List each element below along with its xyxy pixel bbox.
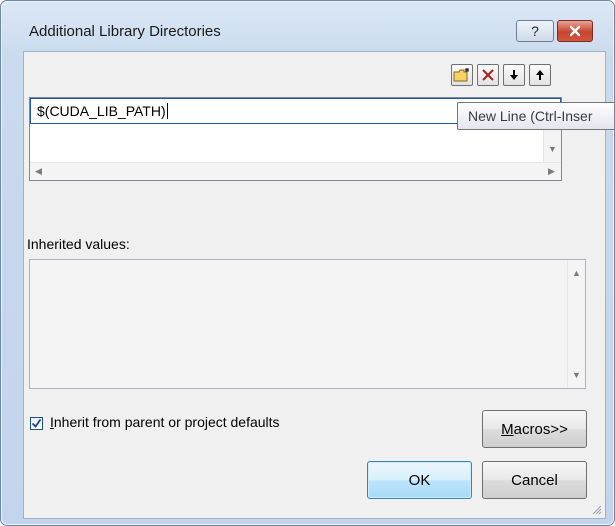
scroll-down-arrow-icon[interactable]: ▼ <box>572 370 581 380</box>
help-icon: ? <box>531 23 539 39</box>
new-line-tooltip: New Line (Ctrl-Inser <box>457 102 614 130</box>
close-button[interactable] <box>557 20 593 42</box>
checkmark-icon <box>31 418 42 428</box>
dialog-window: Additional Library Directories ? $(CUDA_… <box>0 0 615 526</box>
down-arrow-icon <box>510 70 518 80</box>
delete-icon <box>482 69 494 81</box>
macros-button[interactable]: Macros>> <box>482 410 587 448</box>
text-caret <box>166 103 168 119</box>
cancel-button[interactable]: Cancel <box>482 461 587 499</box>
delete-button[interactable] <box>477 64 499 86</box>
move-down-button[interactable] <box>503 64 525 86</box>
help-button[interactable]: ? <box>516 20 554 42</box>
scroll-left-arrow-icon[interactable]: ◀ <box>35 166 42 177</box>
title-bar[interactable]: Additional Library Directories ? <box>1 1 614 42</box>
scroll-up-arrow-icon[interactable]: ▲ <box>572 268 581 278</box>
scroll-right-arrow-icon[interactable]: ▶ <box>548 166 555 177</box>
inherited-values-box: ▲ ▼ <box>29 259 586 389</box>
resize-grip-icon[interactable] <box>592 505 602 515</box>
scroll-down-arrow-icon[interactable]: ▼ <box>548 144 557 154</box>
new-folder-icon <box>453 68 469 82</box>
ok-button[interactable]: OK <box>367 461 472 499</box>
move-up-button[interactable] <box>529 64 551 86</box>
inherit-checkbox-label[interactable]: Inherit from parent or project defaults <box>50 414 280 430</box>
list-vertical-scrollbar[interactable]: ▼ <box>543 124 561 164</box>
inherited-vertical-scrollbar[interactable]: ▲ ▼ <box>567 260 585 388</box>
close-icon <box>569 25 581 37</box>
directory-entry-text[interactable]: $(CUDA_LIB_PATH) <box>37 103 166 119</box>
new-line-button[interactable] <box>451 64 473 86</box>
dialog-title: Additional Library Directories <box>29 23 221 40</box>
inherited-values-label: Inherited values: <box>27 236 130 252</box>
inherit-checkbox[interactable] <box>30 417 43 430</box>
up-arrow-icon <box>536 70 544 80</box>
list-horizontal-scrollbar[interactable]: ◀ ▶ <box>30 162 561 180</box>
